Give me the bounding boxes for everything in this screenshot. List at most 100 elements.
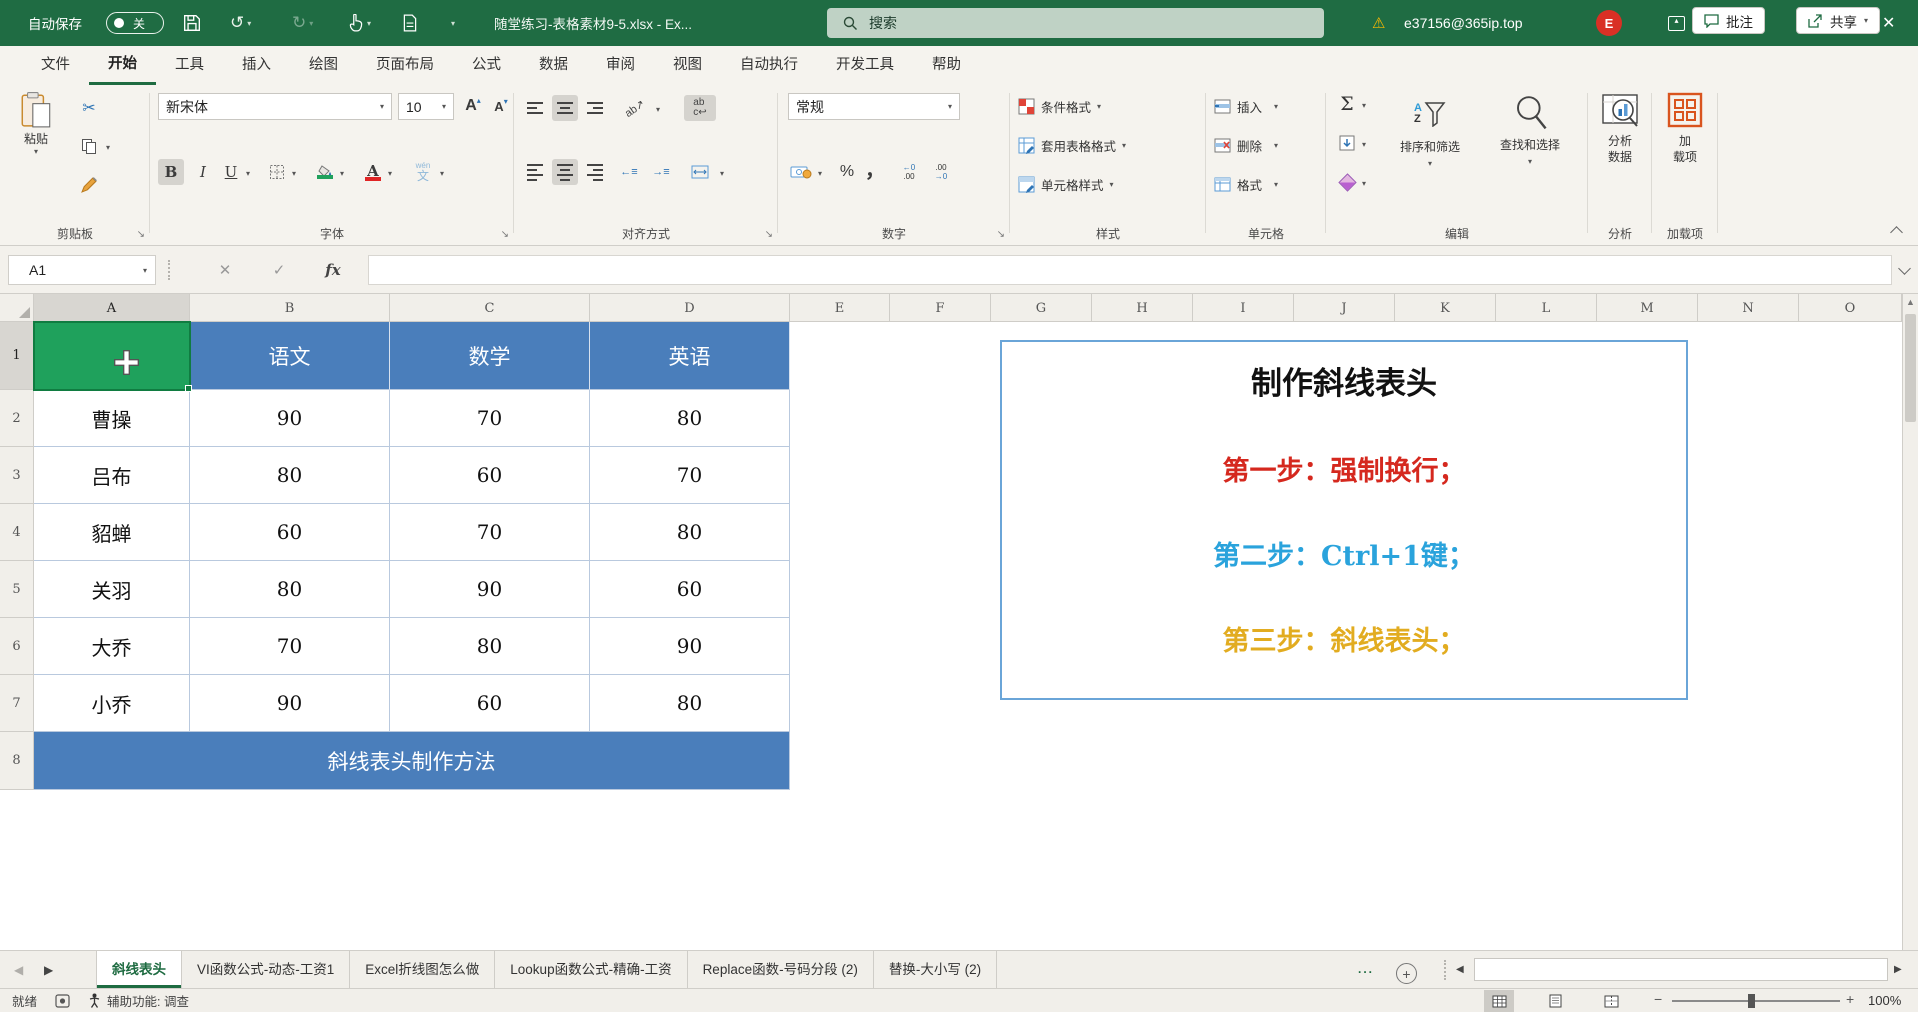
align-top-button[interactable] bbox=[522, 95, 548, 121]
delete-cells-button[interactable]: 删除▾ bbox=[1214, 130, 1278, 160]
new-sheet-button[interactable]: + bbox=[1396, 951, 1417, 988]
account-avatar[interactable]: E bbox=[1596, 0, 1622, 46]
comments-button[interactable]: 批注 bbox=[1692, 7, 1765, 34]
row-header-7[interactable]: 7 bbox=[0, 675, 33, 732]
row-header-5[interactable]: 5 bbox=[0, 561, 33, 618]
data-cell[interactable]: 关羽 bbox=[34, 561, 190, 618]
sheet-tab[interactable]: 替换-大小写 (2) bbox=[874, 951, 997, 988]
column-header-M[interactable]: M bbox=[1597, 294, 1698, 322]
italic-button[interactable]: I bbox=[190, 159, 216, 185]
data-cell[interactable]: 70 bbox=[590, 447, 790, 504]
column-header-H[interactable]: H bbox=[1092, 294, 1193, 322]
orientation-button[interactable]: ab↗ bbox=[618, 95, 652, 121]
scroll-left-button[interactable]: ◀ bbox=[1456, 958, 1464, 981]
horizontal-scrollbar[interactable] bbox=[1474, 958, 1888, 981]
zoom-slider-track[interactable] bbox=[1672, 1000, 1840, 1002]
data-cell[interactable]: 90 bbox=[590, 618, 790, 675]
save-button[interactable] bbox=[183, 0, 201, 46]
collapse-ribbon-icon[interactable] bbox=[1890, 226, 1903, 239]
align-bottom-button[interactable] bbox=[582, 95, 608, 121]
merge-center-button[interactable] bbox=[684, 159, 716, 185]
analyze-data-button[interactable]: 分析数据 bbox=[1594, 91, 1646, 165]
scroll-right-button[interactable]: ▶ bbox=[1894, 958, 1902, 981]
vertical-scrollbar[interactable]: ▲ bbox=[1902, 294, 1918, 950]
number-format-select[interactable]: 常规▾ bbox=[788, 93, 960, 120]
data-cell[interactable]: 70 bbox=[390, 504, 590, 561]
data-cell[interactable]: 90 bbox=[190, 675, 390, 732]
data-cell[interactable]: 70 bbox=[190, 618, 390, 675]
column-header-C[interactable]: C bbox=[390, 294, 590, 322]
data-cell[interactable]: 80 bbox=[590, 675, 790, 732]
page-break-view-button[interactable] bbox=[1596, 990, 1626, 1012]
ribbon-tab[interactable]: 页面布局 bbox=[357, 46, 453, 85]
fill-button[interactable] bbox=[1334, 130, 1360, 156]
copy-button[interactable] bbox=[76, 133, 102, 159]
column-header-N[interactable]: N bbox=[1698, 294, 1799, 322]
bold-button[interactable]: B bbox=[158, 159, 184, 185]
prev-sheet-button[interactable]: ◀ bbox=[14, 951, 23, 988]
fill-handle[interactable] bbox=[185, 385, 192, 392]
normal-view-button[interactable] bbox=[1484, 990, 1514, 1012]
data-cell[interactable]: 貂蝉 bbox=[34, 504, 190, 561]
data-cell[interactable]: 80 bbox=[590, 390, 790, 447]
quick-access-more-button[interactable]: ▾ bbox=[448, 0, 455, 46]
row-header-8[interactable]: 8 bbox=[0, 732, 33, 790]
font-name-select[interactable]: 新宋体▾ bbox=[158, 93, 392, 120]
data-cell[interactable]: 70 bbox=[390, 390, 590, 447]
more-sheets[interactable]: ... bbox=[1348, 951, 1384, 988]
header-cell[interactable]: 数学 bbox=[390, 322, 590, 390]
page-layout-view-button[interactable] bbox=[1540, 990, 1570, 1012]
ribbon-tab[interactable]: 帮助 bbox=[913, 46, 980, 85]
insert-function-button[interactable]: fx bbox=[316, 255, 350, 285]
insert-cells-button[interactable]: 插入▾ bbox=[1214, 91, 1278, 121]
print-preview-button[interactable] bbox=[402, 0, 418, 46]
ribbon-tab[interactable]: 工具 bbox=[156, 46, 223, 85]
data-cell[interactable]: 大乔 bbox=[34, 618, 190, 675]
merged-footer-cell[interactable]: 斜线表头制作方法 bbox=[34, 732, 790, 790]
data-cell[interactable]: 60 bbox=[190, 504, 390, 561]
dialog-launcher-icon[interactable]: ↘ bbox=[997, 229, 1005, 240]
data-cell[interactable]: 60 bbox=[390, 447, 590, 504]
align-center-button[interactable] bbox=[552, 159, 578, 185]
autosum-button[interactable]: Σ bbox=[1334, 91, 1360, 117]
column-header-G[interactable]: G bbox=[991, 294, 1092, 322]
dialog-launcher-icon[interactable]: ↘ bbox=[501, 229, 509, 240]
undo-button[interactable]: ↺▾ bbox=[230, 0, 251, 46]
touch-mode-button[interactable]: ▾ bbox=[348, 0, 371, 46]
vertical-scrollbar-thumb[interactable] bbox=[1905, 314, 1916, 422]
clear-button[interactable] bbox=[1334, 169, 1360, 195]
close-button[interactable]: ✕ bbox=[1882, 0, 1895, 46]
ribbon-tab[interactable]: 审阅 bbox=[587, 46, 654, 85]
comma-style-button[interactable]: ， bbox=[862, 159, 888, 185]
find-select-button[interactable]: 查找和选择 ▾ bbox=[1482, 91, 1578, 166]
row-header-1[interactable]: 1 bbox=[0, 322, 33, 390]
share-button[interactable]: 共享 ▾ bbox=[1796, 7, 1880, 34]
format-as-table-button[interactable]: 套用表格格式▾ bbox=[1018, 130, 1126, 160]
sheet-tab[interactable]: 斜线表头 bbox=[96, 951, 182, 988]
conditional-formatting-button[interactable]: 条件格式▾ bbox=[1018, 91, 1101, 121]
scroll-up-icon[interactable]: ▲ bbox=[1903, 297, 1918, 307]
phonetic-guide-button[interactable]: wén 文 bbox=[410, 159, 436, 185]
font-size-select[interactable]: 10▾ bbox=[398, 93, 454, 120]
row-header-3[interactable]: 3 bbox=[0, 447, 33, 504]
data-cell[interactable]: 曹操 bbox=[34, 390, 190, 447]
align-left-button[interactable] bbox=[522, 159, 548, 185]
decrease-indent-button[interactable]: ←≡ bbox=[616, 159, 642, 185]
paste-button[interactable]: 粘贴 ▾ bbox=[10, 91, 62, 156]
confirm-entry-button[interactable]: ✓ bbox=[262, 255, 296, 285]
zoom-slider-thumb[interactable] bbox=[1748, 994, 1755, 1008]
column-header-O[interactable]: O bbox=[1799, 294, 1902, 322]
row-header-6[interactable]: 6 bbox=[0, 618, 33, 675]
autosave-toggle[interactable]: 关 bbox=[106, 0, 164, 46]
data-cell[interactable]: 80 bbox=[590, 504, 790, 561]
underline-button[interactable]: U bbox=[218, 159, 244, 185]
data-cell[interactable]: 80 bbox=[390, 618, 590, 675]
ribbon-display-options-button[interactable]: ▴ bbox=[1668, 0, 1685, 46]
sort-filter-button[interactable]: AZ 排序和筛选 ▾ bbox=[1384, 91, 1476, 168]
cell-styles-button[interactable]: 单元格样式▾ bbox=[1018, 169, 1114, 199]
tutorial-textbox[interactable]: 制作斜线表头 第一步：强制换行；第二步：Ctrl+1键；第三步：斜线表头； bbox=[1000, 340, 1688, 700]
name-box[interactable]: A1▾ bbox=[8, 255, 156, 285]
next-sheet-button[interactable]: ▶ bbox=[44, 951, 53, 988]
ribbon-tab[interactable]: 公式 bbox=[453, 46, 520, 85]
account-name[interactable]: e37156@365ip.top bbox=[1404, 0, 1523, 46]
